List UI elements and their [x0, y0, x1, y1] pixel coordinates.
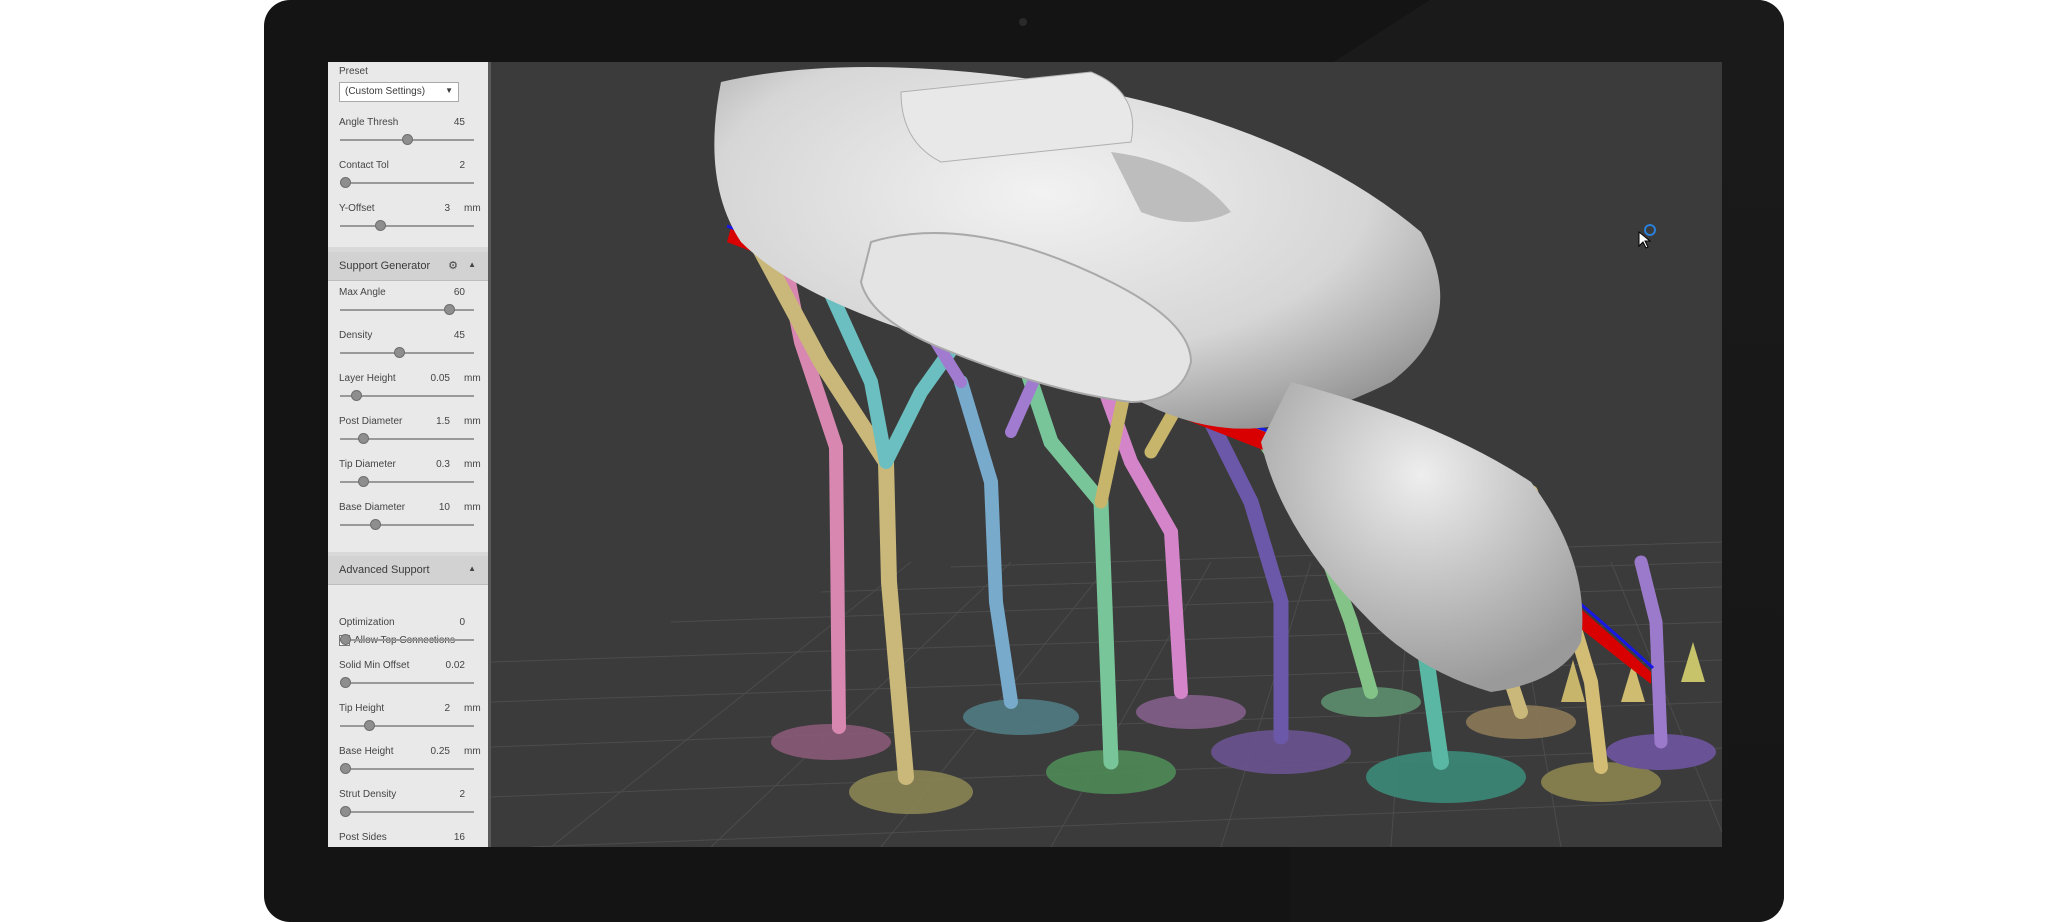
density-label: Density: [339, 330, 373, 341]
post-diameter-value[interactable]: 1.5: [410, 416, 450, 427]
post-diameter-slider[interactable]: [340, 433, 474, 444]
base-diameter-slider-thumb[interactable]: [369, 519, 381, 530]
contact-tol-slider[interactable]: [340, 177, 474, 188]
post-diameter-label: Post Diameter: [339, 416, 403, 427]
base-height-unit: mm: [464, 746, 481, 757]
arrow-cursor-icon: [1638, 224, 1656, 249]
density-slider[interactable]: [340, 347, 474, 358]
3d-viewport[interactable]: [490, 62, 1722, 847]
tip-height-unit: mm: [464, 703, 481, 714]
layer-height-label: Layer Height: [339, 373, 396, 384]
density-slider-thumb[interactable]: [393, 347, 405, 358]
tip-diameter-value[interactable]: 0.3: [410, 459, 450, 470]
post-diameter-unit: mm: [464, 416, 481, 427]
angle-thresh-slider-thumb[interactable]: [402, 134, 413, 145]
post-diameter-slider-thumb[interactable]: [357, 433, 369, 444]
angle-thresh-label: Angle Thresh: [339, 117, 399, 128]
base-diameter-slider[interactable]: [340, 519, 474, 530]
angle-thresh-slider[interactable]: [340, 134, 474, 145]
tip-height-value[interactable]: 2: [410, 703, 450, 714]
contact-tol-value[interactable]: 2: [425, 160, 465, 171]
advanced-support-section: Advanced Support ▲: [328, 556, 488, 847]
support-generator-section: Support Generator ⚙ ▲ Max Angle 60 Density…: [328, 252, 488, 552]
preset-label: Preset: [339, 66, 368, 77]
preset-section: Preset (Custom Settings) ▼ Angle Thresh 4…: [328, 62, 488, 247]
preset-value: (Custom Settings): [345, 86, 426, 97]
y-offset-unit: mm: [464, 203, 481, 214]
angle-thresh-value[interactable]: 45: [425, 117, 465, 128]
strut-density-label: Strut Density: [339, 789, 397, 800]
solid-min-offset-label: Solid Min Offset: [339, 660, 410, 671]
optimization-label: Optimization: [339, 617, 395, 628]
base-diameter-label: Base Diameter: [339, 502, 406, 513]
tip-diameter-label: Tip Diameter: [339, 459, 396, 470]
advanced-support-title: Advanced Support: [339, 564, 430, 576]
triangle-up-icon[interactable]: ▲: [468, 564, 476, 573]
viewport-scene: [490, 67, 1722, 847]
base-diameter-unit: mm: [464, 502, 481, 513]
app-screen: Preset (Custom Settings) ▼ Angle Thresh 4…: [328, 62, 1722, 847]
support-generator-header[interactable]: Support Generator ⚙ ▲: [328, 252, 488, 281]
density-value[interactable]: 45: [425, 330, 465, 341]
base-height-slider[interactable]: [340, 763, 474, 774]
max-angle-slider-thumb[interactable]: [443, 304, 455, 315]
max-angle-label: Max Angle: [339, 287, 386, 298]
contact-tol-slider-thumb[interactable]: [340, 177, 352, 188]
gear-icon[interactable]: ⚙: [448, 259, 458, 272]
y-offset-slider[interactable]: [340, 220, 474, 231]
y-offset-value[interactable]: 3: [410, 203, 450, 214]
max-angle-value[interactable]: 60: [425, 287, 465, 298]
layer-height-slider[interactable]: [340, 390, 474, 401]
camera-icon: [1019, 18, 1027, 26]
tip-diameter-slider[interactable]: [340, 476, 474, 487]
base-height-label: Base Height: [339, 746, 394, 757]
strut-density-slider[interactable]: [340, 806, 474, 817]
settings-panel: Preset (Custom Settings) ▼ Angle Thresh 4…: [328, 62, 491, 847]
post-sides-value[interactable]: 16: [425, 832, 465, 843]
layer-height-unit: mm: [464, 373, 481, 384]
y-offset-slider-thumb[interactable]: [375, 220, 387, 231]
chevron-down-icon: ▼: [445, 86, 453, 95]
layer-height-slider-thumb[interactable]: [351, 390, 363, 401]
optimization-value[interactable]: 0: [425, 617, 465, 628]
tip-height-label: Tip Height: [339, 703, 385, 714]
contact-tol-label: Contact Tol: [339, 160, 389, 171]
base-height-value[interactable]: 0.25: [410, 746, 450, 757]
max-angle-slider[interactable]: [340, 304, 474, 315]
base-diameter-value[interactable]: 10: [410, 502, 450, 513]
post-sides-label: Post Sides: [339, 832, 387, 843]
optimization-slider[interactable]: [340, 634, 474, 645]
tip-height-slider[interactable]: [340, 720, 474, 731]
solid-min-offset-value[interactable]: 0.02: [425, 660, 465, 671]
support-bases: [771, 687, 1716, 814]
triangle-up-icon[interactable]: ▲: [468, 260, 476, 269]
tip-diameter-slider-thumb[interactable]: [357, 476, 369, 487]
preset-select[interactable]: (Custom Settings) ▼: [339, 82, 459, 102]
strut-density-value[interactable]: 2: [425, 789, 465, 800]
layer-height-value[interactable]: 0.05: [410, 373, 450, 384]
advanced-support-header[interactable]: Advanced Support ▲: [328, 556, 488, 585]
y-offset-label: Y-Offset: [339, 203, 375, 214]
solid-min-offset-slider[interactable]: [340, 677, 474, 688]
support-generator-title: Support Generator: [339, 260, 431, 272]
tip-diameter-unit: mm: [464, 459, 481, 470]
